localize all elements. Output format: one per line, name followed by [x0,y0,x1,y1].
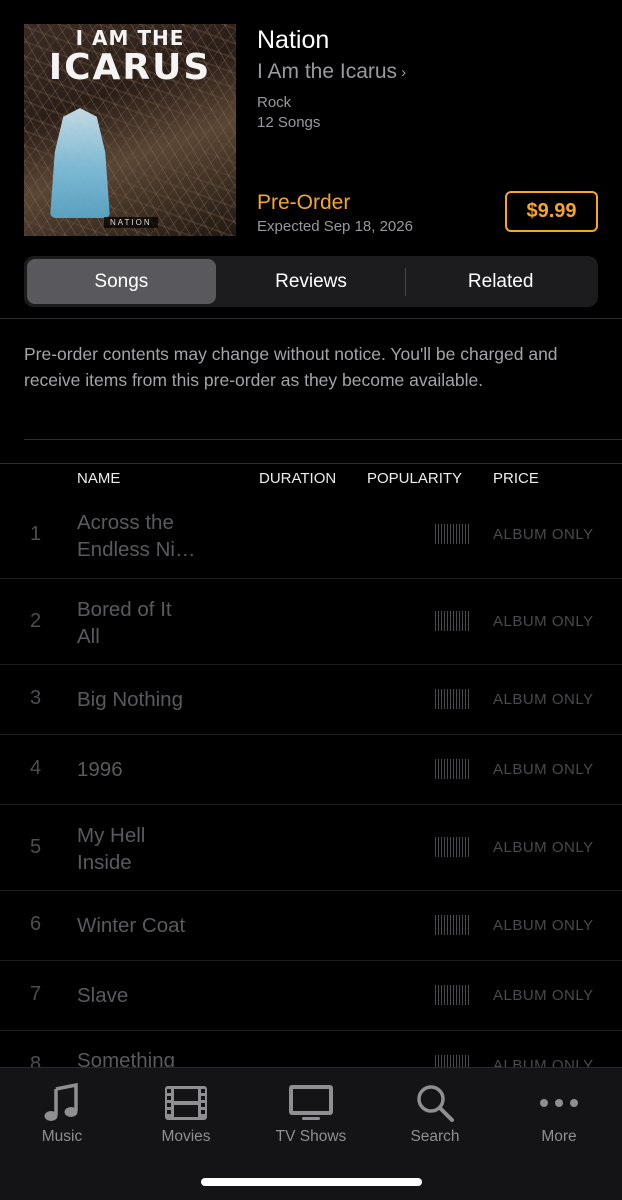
track-number: 5 [30,836,42,858]
column-name-header[interactable]: NAME [77,470,120,487]
track-title-line: Endless Ni… [77,538,196,561]
column-price-header[interactable]: PRICE [493,470,539,487]
preorder-label: Pre-Order [257,191,351,214]
divider [0,318,622,319]
itunes-store-album-page: I AM THE ICARUS NATION Nation I Am the I… [0,0,622,1200]
tab-more[interactable]: More [497,1080,621,1146]
artwork-album-tag: NATION [104,217,158,228]
track-price: ALBUM ONLY [493,917,594,934]
artist-name: I Am the Icarus [257,60,398,83]
tab-music[interactable]: Music [0,1080,124,1146]
artwork-band-logo: I AM THE ICARUS [24,28,236,86]
segment-reviews[interactable]: Reviews [217,259,406,304]
track-title-line: Slave [77,984,129,1007]
popularity-bars [435,689,469,709]
track-title: Bored of It All [77,596,217,650]
divider [24,439,622,440]
track-number: 2 [30,610,42,632]
track-number: 3 [30,687,42,709]
track-row[interactable]: 2 Bored of It All ALBUM ONLY [0,579,622,665]
segment-songs[interactable]: Songs [27,259,216,304]
track-price: ALBUM ONLY [493,761,594,778]
album-song-count: 12 Songs [257,114,321,131]
track-price: ALBUM ONLY [493,987,594,1004]
track-number: 6 [30,913,42,935]
tab-label: Movies [161,1128,211,1145]
column-duration-header[interactable]: DURATION [259,470,336,487]
track-title: Slave [77,982,217,1009]
track-row[interactable]: 3 Big Nothing ALBUM ONLY [0,665,622,735]
track-title-line: Big Nothing [77,688,183,711]
tab-label: Search [410,1128,460,1145]
tab-label: Music [41,1128,83,1145]
track-row[interactable]: 5 My Hell Inside ALBUM ONLY [0,805,622,891]
track-title-line: Across the [77,511,174,534]
track-title: 1996 [77,756,217,783]
track-list: 1 Across the Endless Ni… ALBUM ONLY 2 Bo… [0,492,622,1101]
chevron-right-icon: › [401,63,407,81]
tab-movies[interactable]: Movies [124,1080,248,1146]
track-title-line: Bored of It [77,598,172,621]
track-title: Big Nothing [77,686,217,713]
artwork-logo-line2: ICARUS [48,47,212,88]
track-price: ALBUM ONLY [493,839,594,856]
track-number: 7 [30,983,42,1005]
popularity-bars [435,611,469,631]
segmented-control: Songs Reviews Related [24,256,598,307]
track-price: ALBUM ONLY [493,691,594,708]
artist-link[interactable]: I Am the Icarus › [257,60,406,84]
track-table-header: NAME DURATION POPULARITY PRICE [0,465,622,493]
popularity-bars [435,915,469,935]
track-row[interactable]: 7 Slave ALBUM ONLY [0,961,622,1031]
search-icon [373,1080,497,1126]
film-strip-icon [124,1080,248,1126]
track-price: ALBUM ONLY [493,526,594,543]
album-genre: Rock [257,94,292,111]
album-artwork[interactable]: I AM THE ICARUS NATION [24,24,236,236]
track-title-line: Winter Coat [77,914,186,937]
tab-search[interactable]: Search [373,1080,497,1146]
track-title-line: Inside [77,851,132,874]
home-indicator[interactable] [201,1178,422,1186]
track-title: My Hell Inside [77,822,217,876]
segment-related[interactable]: Related [406,259,595,304]
track-row[interactable]: 1 Across the Endless Ni… ALBUM ONLY [0,492,622,579]
tab-label: More [541,1128,577,1145]
album-header: I AM THE ICARUS NATION Nation I Am the I… [0,0,622,250]
track-price: ALBUM ONLY [493,613,594,630]
track-title: Across the Endless Ni… [77,509,217,563]
track-row[interactable]: 4 1996 ALBUM ONLY [0,735,622,805]
popularity-bars [435,524,469,544]
popularity-bars [435,759,469,779]
track-number: 4 [30,757,42,779]
artwork-logo-line1: I AM THE [75,26,185,50]
expected-release-date: Expected Sep 18, 2026 [257,218,413,235]
column-popularity-header[interactable]: POPULARITY [367,470,462,487]
buy-price-button[interactable]: $9.99 [505,191,598,232]
music-note-icon [0,1080,124,1126]
tv-icon [249,1080,373,1126]
album-title: Nation [257,26,330,54]
track-title-line: My Hell [77,824,146,847]
preorder-notice: Pre-order contents may change without no… [24,344,558,390]
track-row[interactable]: 6 Winter Coat ALBUM ONLY [0,891,622,961]
track-title-line: 1996 [77,758,123,781]
popularity-bars [435,837,469,857]
tab-label: TV Shows [275,1128,347,1145]
divider [0,463,622,464]
popularity-bars [435,985,469,1005]
more-dots-icon [497,1080,621,1126]
track-title-line: All [77,625,100,648]
track-number: 1 [30,523,42,545]
tab-tv-shows[interactable]: TV Shows [249,1080,373,1146]
track-title: Winter Coat [77,912,217,939]
